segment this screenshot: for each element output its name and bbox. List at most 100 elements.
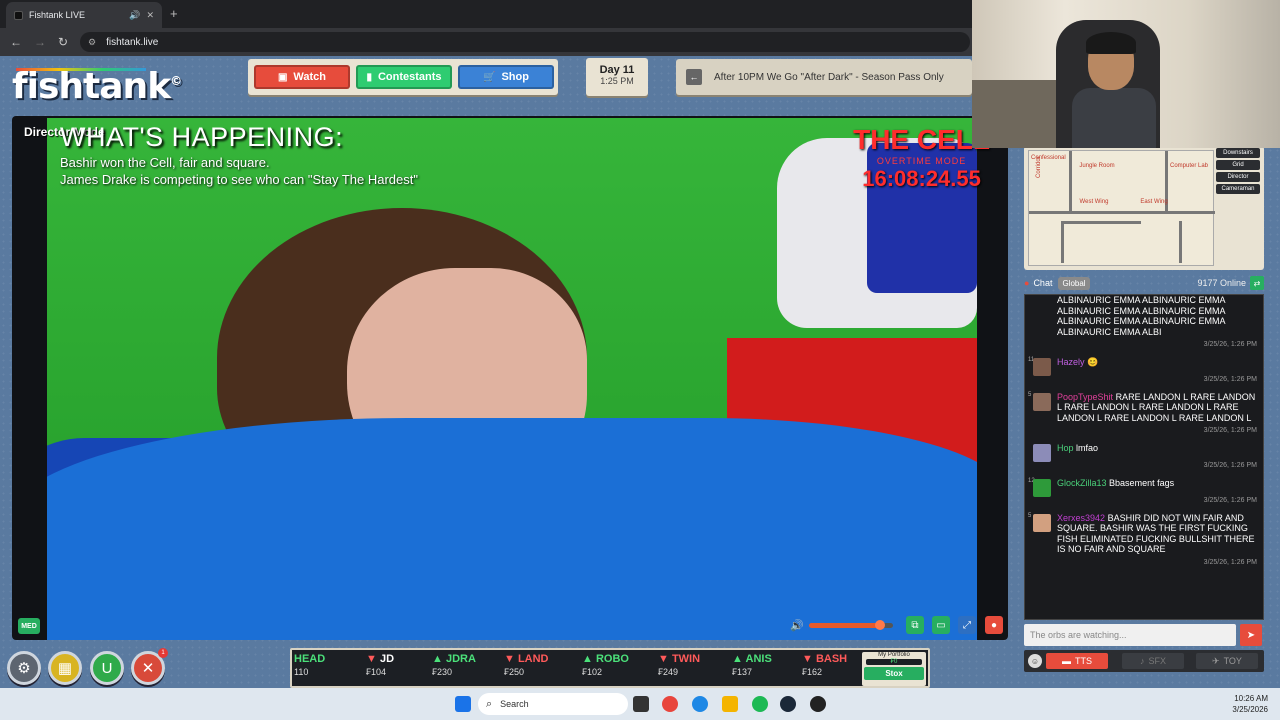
map-room[interactable]: Computer Lab xyxy=(1169,163,1209,169)
map-menu-item[interactable]: Downstairs xyxy=(1216,148,1260,158)
browser-tab[interactable]: Fishtank LIVE 🔊 ✕ xyxy=(6,2,162,28)
stock-item[interactable]: ▲ JDRA ₣230 xyxy=(432,653,502,677)
map-menu-item[interactable]: Director xyxy=(1216,172,1260,182)
watch-button[interactable]: ▣ Watch xyxy=(254,65,350,89)
stock-name: LAND xyxy=(517,653,549,665)
stock-item[interactable]: ▲ ROBO ₣102 xyxy=(582,653,652,677)
fullscreen-icon[interactable]: ⤢ xyxy=(958,616,976,634)
app-icon[interactable] xyxy=(810,696,826,712)
cast-icon[interactable]: ▭ xyxy=(932,616,950,634)
forward-icon[interactable]: → xyxy=(34,35,46,49)
map-menu: Downstairs Grid Director Cameraman xyxy=(1216,148,1260,196)
message-text: 😊 xyxy=(1087,356,1099,367)
inventory-icon: ▦ xyxy=(57,660,73,677)
map-room[interactable]: East Wing xyxy=(1129,199,1179,205)
map-menu-item[interactable]: Cameraman xyxy=(1216,184,1260,194)
notification-badge: 1 xyxy=(158,648,168,658)
chat-message: 12 GlockZilla13 Bbasement fags 3/25/26, … xyxy=(1025,476,1263,511)
trend-up-icon: ▲ xyxy=(732,653,746,665)
shop-label: Shop xyxy=(501,71,529,83)
stock-name: TWIN xyxy=(671,653,701,665)
fishtank-logo[interactable]: fishtank© xyxy=(12,66,182,107)
ticker-back-icon[interactable]: ← xyxy=(686,69,702,85)
stock-item[interactable]: ▼ LAND ₣250 xyxy=(504,653,574,677)
avatar[interactable] xyxy=(1033,513,1051,532)
picture-in-picture-icon[interactable]: ⧉ xyxy=(906,616,924,634)
reload-icon[interactable]: ↻ xyxy=(58,35,68,49)
stock-item[interactable]: ▼ JD ₣104 xyxy=(366,653,436,677)
contestants-icon: ▮ xyxy=(366,71,372,83)
stock-item[interactable]: ▲ ANIS ₣137 xyxy=(732,653,802,677)
back-icon[interactable]: ← xyxy=(10,35,22,49)
message-text: Bbasement fags xyxy=(1109,477,1175,488)
taskbar-search[interactable]: ⌕ Search xyxy=(478,693,628,715)
record-icon[interactable]: ● xyxy=(985,616,1003,634)
inventory-button[interactable]: ▦ xyxy=(48,651,82,685)
sfx-button[interactable]: ♪ SFX xyxy=(1122,653,1184,669)
emoji-icon[interactable]: ☺ xyxy=(1028,654,1042,668)
map-menu-item[interactable]: Grid xyxy=(1216,160,1260,170)
address-bar[interactable]: ⚙ fishtank.live xyxy=(80,32,970,52)
toy-button[interactable]: ✈ TOY xyxy=(1196,653,1258,669)
message-time: 3/25/26, 1:26 PM xyxy=(1203,462,1257,469)
happening-title: WHAT'S HAPPENING: xyxy=(60,122,344,152)
logo-text: fishtank xyxy=(12,66,171,107)
chat-header: ● Chat Global 9177 Online ⇄ xyxy=(1024,274,1264,292)
username[interactable]: Xerxes3942 xyxy=(1057,513,1105,523)
magnet-button[interactable]: U xyxy=(90,651,124,685)
tab-title: Fishtank LIVE xyxy=(29,10,86,20)
quality-badge[interactable]: MED xyxy=(18,618,40,634)
site-info-icon[interactable]: ⚙ xyxy=(88,37,96,48)
spotify-icon[interactable] xyxy=(752,696,768,712)
username[interactable]: Hazely xyxy=(1057,357,1085,367)
username[interactable]: GlockZilla13 xyxy=(1057,478,1107,488)
task-view-icon[interactable] xyxy=(633,696,649,712)
online-count: 9177 Online xyxy=(1197,278,1246,288)
steam-icon[interactable] xyxy=(780,696,796,712)
settings-button[interactable]: ⚙ xyxy=(7,651,41,685)
cell-timer: 16:08:24.55 xyxy=(862,166,981,191)
map-floorplan: Confessional Corridor Jungle Room Comput… xyxy=(1028,150,1215,266)
system-clock[interactable]: 10:26 AM 3/25/2026 xyxy=(1232,693,1268,715)
stock-price: ₣104 xyxy=(366,667,387,677)
map-room[interactable]: West Wing xyxy=(1069,199,1119,205)
send-icon[interactable]: ➤ xyxy=(1240,624,1262,646)
username[interactable]: Hop xyxy=(1057,443,1074,453)
chat-message: 5 PoopTypeShit RARE LANDON L RARE LANDON… xyxy=(1025,390,1263,441)
chat-messages[interactable]: ALBINAURIC EMMA ALBINAURIC EMMA ALBINAUR… xyxy=(1024,294,1264,620)
chat-input[interactable]: The orbs are watching... xyxy=(1024,624,1236,646)
windows-start-icon[interactable] xyxy=(455,696,471,712)
avatar[interactable] xyxy=(1033,357,1051,376)
watch-label: Watch xyxy=(293,71,327,83)
speaker-icon[interactable]: 🔊 xyxy=(129,10,140,21)
trend-down-icon: ▼ xyxy=(658,653,672,665)
chrome-icon[interactable] xyxy=(662,696,678,712)
username[interactable]: PoopTypeShit xyxy=(1057,392,1113,402)
edge-icon[interactable] xyxy=(692,696,708,712)
stock-item[interactable]: HEAD 110 xyxy=(294,653,364,677)
tools-button[interactable]: ✕ 1 xyxy=(131,648,168,685)
new-tab-icon[interactable]: + xyxy=(170,6,178,21)
avatar[interactable] xyxy=(1033,443,1051,462)
close-tab-icon[interactable]: ✕ xyxy=(146,10,154,21)
volume-slider[interactable] xyxy=(809,620,893,630)
shop-button[interactable]: 🛒 Shop xyxy=(458,65,554,89)
stock-price: ₣250 xyxy=(504,667,525,677)
users-icon[interactable]: ⇄ xyxy=(1250,276,1264,290)
map-room[interactable]: Corridor xyxy=(1036,156,1042,178)
avatar[interactable] xyxy=(1033,392,1051,411)
sfx-label: SFX xyxy=(1148,656,1166,666)
file-explorer-icon[interactable] xyxy=(722,696,738,712)
stox-button[interactable]: Stox xyxy=(864,667,924,680)
stock-item[interactable]: ▼ TWIN ₣249 xyxy=(658,653,728,677)
avatar[interactable] xyxy=(1033,478,1051,497)
map-room[interactable]: Jungle Room xyxy=(1079,163,1115,169)
user-level: 5 xyxy=(1028,391,1032,398)
trend-up-icon: ▲ xyxy=(432,653,446,665)
chat-tab-global[interactable]: Global xyxy=(1058,276,1090,290)
portfolio-panel: My Portfolio ₣0 Stox xyxy=(862,652,926,686)
video-player[interactable]: Director Mode WHAT'S HAPPENING: Bashir w… xyxy=(12,116,1008,640)
volume-icon[interactable]: 🔊 xyxy=(790,619,804,632)
contestants-button[interactable]: ▮ Contestants xyxy=(356,65,452,89)
tts-button[interactable]: ▬ TTS xyxy=(1046,653,1108,669)
